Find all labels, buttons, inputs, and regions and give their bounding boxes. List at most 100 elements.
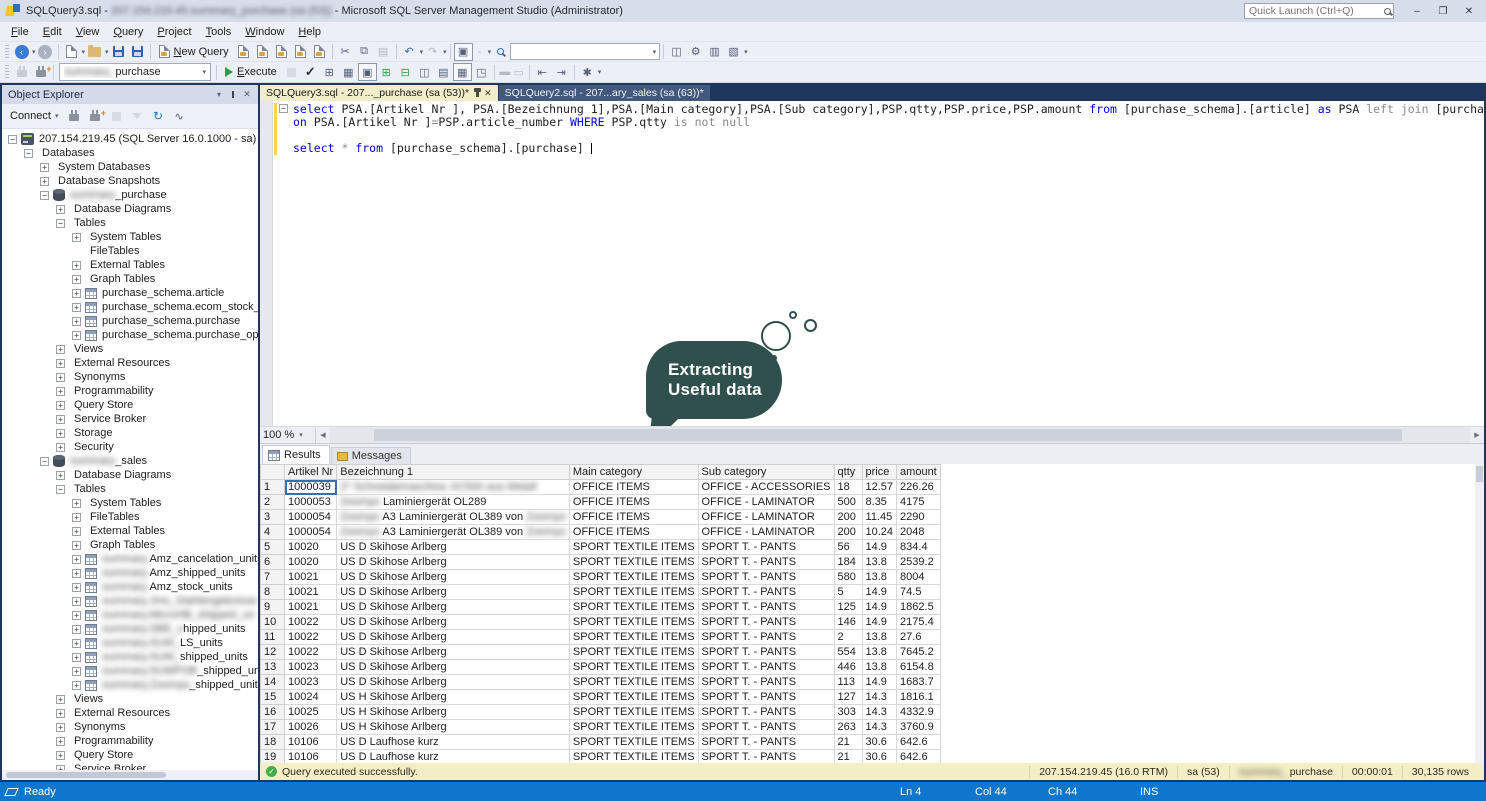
close-button[interactable]: ✕ (1456, 2, 1482, 20)
grid-cell[interactable]: US D Skihose Arlberg (337, 585, 570, 600)
grid-cell[interactable]: Zoomyo Laminiergerät OL289 (337, 495, 570, 510)
tree-item[interactable]: +System Tables (2, 230, 258, 244)
grid-cell[interactable]: 4332.9 (897, 705, 941, 720)
document-tab-1[interactable]: SQLQuery3.sql - 207..._purchase (sa (53)… (260, 85, 498, 101)
grid-cell[interactable]: 8004 (897, 570, 941, 585)
editor-code[interactable]: − select PSA.[Artikel Nr ], PSA.[Bezeich… (273, 101, 1484, 426)
grid-cell[interactable]: 8.35 (862, 495, 897, 510)
grid-cell[interactable]: SPORT TEXTILE ITEMS (569, 630, 698, 645)
grid-cell[interactable]: SPORT T. - PANTS (698, 645, 834, 660)
grid-cell[interactable]: SPORT TEXTILE ITEMS (569, 750, 698, 764)
parse-button[interactable]: ✓ (301, 63, 320, 81)
grid-cell[interactable]: 10023 (285, 660, 337, 675)
grid-cell[interactable]: SPORT TEXTILE ITEMS (569, 690, 698, 705)
grid-cell[interactable]: 1000054 (285, 510, 337, 525)
grid-column-header[interactable]: Main category (569, 465, 698, 480)
results-to-file-button[interactable]: ◳ (472, 63, 491, 81)
object-explorer-titlebar[interactable]: Object Explorer ▾ ✕ (2, 85, 258, 104)
tree-item[interactable]: +External Tables (2, 258, 258, 272)
expand-icon[interactable]: + (72, 289, 81, 298)
grid-cell[interactable]: 2290 (897, 510, 941, 525)
collapse-icon[interactable]: − (56, 219, 65, 228)
tree-item[interactable]: +summary.SUM_shipped_units (2, 650, 258, 664)
disconnect-server-icon[interactable] (86, 107, 105, 125)
grid-cell[interactable]: 10021 (285, 570, 337, 585)
expand-icon[interactable]: + (56, 373, 65, 382)
grid-cell[interactable]: SPORT TEXTILE ITEMS (569, 570, 698, 585)
tree-item[interactable]: +purchase_schema.purchase (2, 314, 258, 328)
grid-cell[interactable]: Zoomyo A3 Laminiergerät OL389 von Zoomyo (337, 525, 570, 540)
grid-cell[interactable]: US H Skihose Arlberg (337, 720, 570, 735)
find-combobox[interactable]: ▾ (510, 43, 660, 60)
editor-hscrollbar[interactable] (330, 427, 1470, 443)
grid-cell[interactable]: SPORT T. - PANTS (698, 720, 834, 735)
code-line-2[interactable]: on PSA.[Artikel Nr ]=PSP.article_number … (293, 116, 1484, 129)
tree-item[interactable]: +purchase_schema.article (2, 286, 258, 300)
grid-cell[interactable]: 14.3 (862, 720, 897, 735)
grid-cell[interactable]: 4175 (897, 495, 941, 510)
grid-cell[interactable]: 14.9 (862, 585, 897, 600)
row-header[interactable]: 5 (261, 540, 285, 555)
grid-cell[interactable]: 74.5 (897, 585, 941, 600)
expand-icon[interactable]: + (72, 639, 81, 648)
menu-item-help[interactable]: Help (291, 24, 328, 40)
browse-button[interactable]: ▣ (454, 43, 473, 61)
pin-icon[interactable] (226, 86, 240, 104)
database-combo-dropdown[interactable]: ▾ (202, 68, 206, 76)
menu-item-project[interactable]: Project (150, 24, 198, 40)
grid-cell[interactable]: 10022 (285, 615, 337, 630)
change-connection-button[interactable] (12, 63, 31, 81)
tree-item[interactable]: +purchase_schema.purchase_open (2, 328, 258, 342)
expand-icon[interactable]: + (56, 737, 65, 746)
grid-cell[interactable]: US D Skihose Arlberg (337, 660, 570, 675)
grid-cell[interactable]: 10023 (285, 675, 337, 690)
tree-item[interactable]: +summary.SBE_shipped_units (2, 622, 258, 636)
grid-cell[interactable]: 2* Schneidemaschine XC500 aus Metall (337, 480, 570, 495)
tree-item[interactable]: +summary.SUM_LS_units (2, 636, 258, 650)
row-header[interactable]: 7 (261, 570, 285, 585)
row-header[interactable]: 11 (261, 630, 285, 645)
tree-item[interactable]: +summary.MicroHB_shipped_un (2, 608, 258, 622)
expand-icon[interactable]: + (72, 261, 81, 270)
grid-cell[interactable]: 14.9 (862, 540, 897, 555)
expand-icon[interactable]: + (72, 527, 81, 536)
grid-cell[interactable]: 1862.5 (897, 600, 941, 615)
row-header[interactable]: 4 (261, 525, 285, 540)
refresh-icon[interactable]: ↻ (149, 107, 168, 125)
tree-item[interactable]: +Views (2, 692, 258, 706)
grid-cell[interactable]: 14.9 (862, 600, 897, 615)
results-to-text-button[interactable]: ▤ (434, 63, 453, 81)
grid-cell[interactable]: 834.4 (897, 540, 941, 555)
tree-item[interactable]: −summary_purchase (2, 188, 258, 202)
grid-cell[interactable]: 30.6 (862, 750, 897, 764)
grid-cell[interactable]: 18 (834, 480, 862, 495)
intellisense-enabled-button[interactable]: ▦ (339, 63, 358, 81)
row-header[interactable]: 12 (261, 645, 285, 660)
tree-item[interactable]: +System Databases (2, 160, 258, 174)
grid-cell[interactable]: 1000039 (285, 480, 337, 495)
grid-cell[interactable]: SPORT T. - PANTS (698, 705, 834, 720)
editor-toolbar-options-dropdown[interactable]: ▾ (598, 68, 602, 76)
comment-button[interactable]: ▬ (498, 63, 512, 81)
panel-close-icon[interactable]: ✕ (240, 86, 254, 104)
expand-icon[interactable]: + (72, 667, 81, 676)
grid-cell[interactable]: SPORT T. - PANTS (698, 585, 834, 600)
grid-cell[interactable]: 10106 (285, 750, 337, 764)
grid-cell[interactable]: SPORT T. - PANTS (698, 615, 834, 630)
grid-cell[interactable]: US D Skihose Arlberg (337, 675, 570, 690)
restore-button[interactable]: ❐ (1430, 2, 1456, 20)
row-header[interactable]: 6 (261, 555, 285, 570)
expand-icon[interactable]: + (72, 569, 81, 578)
tree-item[interactable]: −summary_sales (2, 454, 258, 468)
grid-cell[interactable]: SPORT T. - PANTS (698, 675, 834, 690)
display-estimated-plan-button[interactable]: ⊞ (320, 63, 339, 81)
tree-item[interactable]: +Views (2, 342, 258, 356)
grid-cell[interactable]: US D Skihose Arlberg (337, 555, 570, 570)
grid-cell[interactable]: SPORT TEXTILE ITEMS (569, 720, 698, 735)
expand-icon[interactable]: + (72, 331, 81, 340)
row-header[interactable]: 19 (261, 750, 285, 764)
tree-item[interactable]: +summary.Amz_shipped_units (2, 566, 258, 580)
new-dmx-query-button[interactable] (272, 43, 291, 61)
grid-column-header[interactable]: Artikel Nr (285, 465, 337, 480)
expand-icon[interactable]: + (72, 611, 81, 620)
